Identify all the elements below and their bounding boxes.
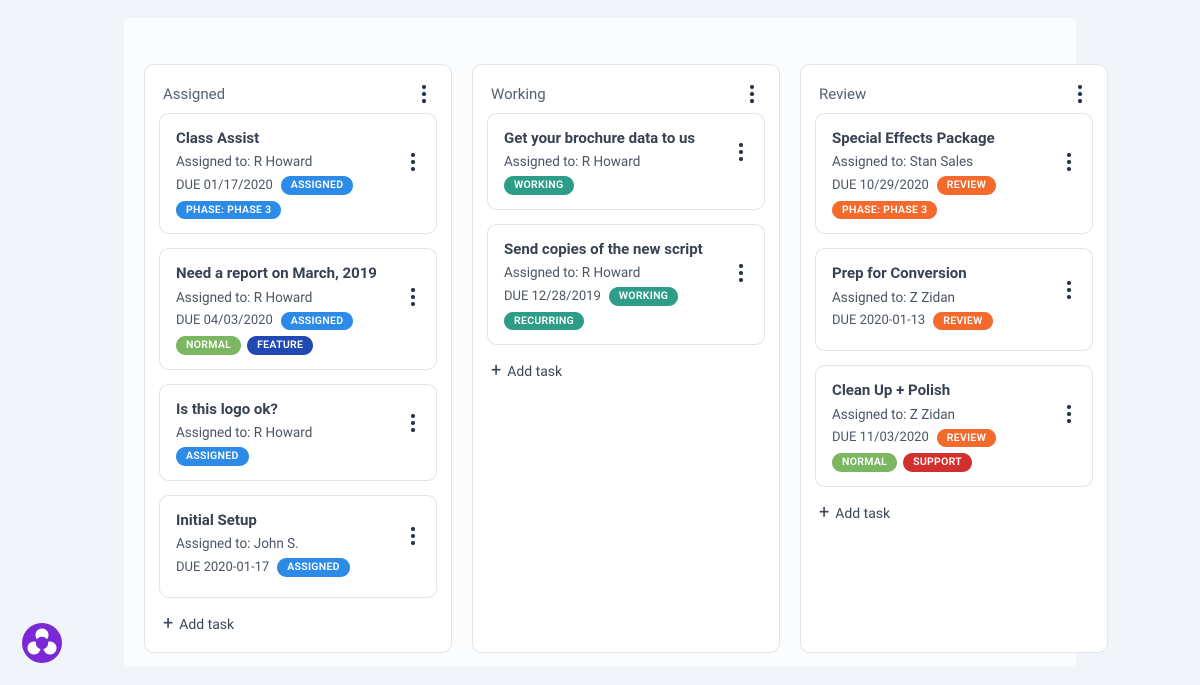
tag-chip: NORMAL [176,336,241,355]
plus-icon: + [491,362,501,380]
task-due-row: DUE 10/29/2020 REVIEW [832,176,1076,195]
card-menu-button[interactable] [404,412,422,434]
status-chip: ASSIGNED [281,312,354,331]
task-due-row: DUE 2020-01-13 REVIEW [832,312,1076,331]
task-chips: RECURRING [504,312,748,331]
column: Assigned Class Assist Assigned to: R Howar… [144,64,452,653]
task-assignee: Assigned to: Stan Sales [832,154,1076,170]
tag-chip: ASSIGNED [176,447,249,466]
task-due-date: DUE 12/28/2019 [504,289,601,304]
tag-chip: SUPPORT [903,453,972,472]
add-task-button[interactable]: + Add task [487,359,765,385]
task-title: Need a report on March, 2019 [176,263,420,283]
column-menu-button[interactable] [415,83,433,105]
tag-chip: PHASE: PHASE 3 [832,201,937,220]
add-task-button[interactable]: + Add task [815,501,1093,527]
task-chips: ASSIGNED [176,447,420,466]
column: Review Special Effects Package Assigned to… [800,64,1108,653]
task-card[interactable]: Need a report on March, 2019 Assigned to:… [159,248,437,369]
plus-icon: + [163,615,173,633]
card-menu-button[interactable] [732,141,750,163]
column-header: Assigned [159,77,437,113]
task-chips: PHASE: PHASE 3 [832,201,1076,220]
status-chip: ASSIGNED [277,558,350,577]
task-due-row: DUE 01/17/2020 ASSIGNED [176,176,420,195]
status-chip: REVIEW [937,429,996,448]
card-menu-button[interactable] [1060,151,1078,173]
add-task-label: Add task [179,617,234,633]
task-due-date: DUE 10/29/2020 [832,178,929,193]
status-chip: REVIEW [937,176,996,195]
task-assignee: Assigned to: R Howard [176,425,420,441]
task-assignee: Assigned to: Z Zidan [832,407,1076,423]
task-assignee: Assigned to: R Howard [504,154,748,170]
plus-icon: + [819,504,829,522]
task-chips: PHASE: PHASE 3 [176,201,420,220]
task-card[interactable]: Send copies of the new script Assigned to… [487,224,765,345]
board-canvas: Assigned Class Assist Assigned to: R Howar… [124,18,1076,667]
task-title: Send copies of the new script [504,239,748,259]
add-task-label: Add task [835,506,890,522]
tag-chip: FEATURE [247,336,313,355]
task-card[interactable]: Initial Setup Assigned to: John S. DUE 202… [159,495,437,598]
column-menu-button[interactable] [743,83,761,105]
tag-chip: WORKING [504,176,574,195]
task-title: Class Assist [176,128,420,148]
task-card[interactable]: Is this logo ok? Assigned to: R Howard ASS… [159,384,437,481]
task-chips: WORKING [504,176,748,195]
column-title: Working [491,85,546,103]
column-menu-button[interactable] [1071,83,1089,105]
kanban-board: Assigned Class Assist Assigned to: R Howar… [124,18,1076,673]
column-header: Review [815,77,1093,113]
task-chips: NORMAL SUPPORT [832,453,1076,472]
card-menu-button[interactable] [1060,403,1078,425]
task-due-date: DUE 2020-01-17 [176,560,269,575]
task-assignee: Assigned to: Z Zidan [832,290,1076,306]
status-chip: REVIEW [933,312,992,331]
column-header: Working [487,77,765,113]
card-menu-button[interactable] [404,525,422,547]
column-title: Review [819,85,866,103]
task-title: Prep for Conversion [832,263,1076,283]
task-title: Is this logo ok? [176,399,420,419]
status-chip: WORKING [609,287,679,306]
task-due-row: DUE 12/28/2019 WORKING [504,287,748,306]
task-due-row: DUE 04/03/2020 ASSIGNED [176,312,420,331]
task-due-date: DUE 11/03/2020 [832,430,929,445]
tag-chip: RECURRING [504,312,584,331]
tag-chip: PHASE: PHASE 3 [176,201,281,220]
task-due-date: DUE 04/03/2020 [176,313,273,328]
card-menu-button[interactable] [732,262,750,284]
task-due-row: DUE 11/03/2020 REVIEW [832,429,1076,448]
task-card[interactable]: Class Assist Assigned to: R Howard DUE 01/… [159,113,437,234]
task-title: Special Effects Package [832,128,1076,148]
status-chip: ASSIGNED [281,176,354,195]
task-due-date: DUE 2020-01-13 [832,313,925,328]
task-card[interactable]: Prep for Conversion Assigned to: Z Zidan D… [815,248,1093,351]
add-task-button[interactable]: + Add task [159,612,437,638]
task-title: Clean Up + Polish [832,380,1076,400]
task-card[interactable]: Clean Up + Polish Assigned to: Z Zidan DUE… [815,365,1093,486]
app-logo [20,621,64,665]
task-due-date: DUE 01/17/2020 [176,178,273,193]
task-assignee: Assigned to: R Howard [504,265,748,281]
task-card[interactable]: Special Effects Package Assigned to: Stan… [815,113,1093,234]
card-menu-button[interactable] [404,286,422,308]
column: Working Get your brochure data to us Assig… [472,64,780,653]
task-card[interactable]: Get your brochure data to us Assigned to:… [487,113,765,210]
task-assignee: Assigned to: John S. [176,536,420,552]
task-assignee: Assigned to: R Howard [176,290,420,306]
task-due-row: DUE 2020-01-17 ASSIGNED [176,558,420,577]
task-title: Get your brochure data to us [504,128,748,148]
add-task-label: Add task [507,364,562,380]
task-assignee: Assigned to: R Howard [176,154,420,170]
task-chips: NORMAL FEATURE [176,336,420,355]
card-menu-button[interactable] [404,151,422,173]
column-title: Assigned [163,85,225,103]
task-title: Initial Setup [176,510,420,530]
tag-chip: NORMAL [832,453,897,472]
card-menu-button[interactable] [1060,279,1078,301]
